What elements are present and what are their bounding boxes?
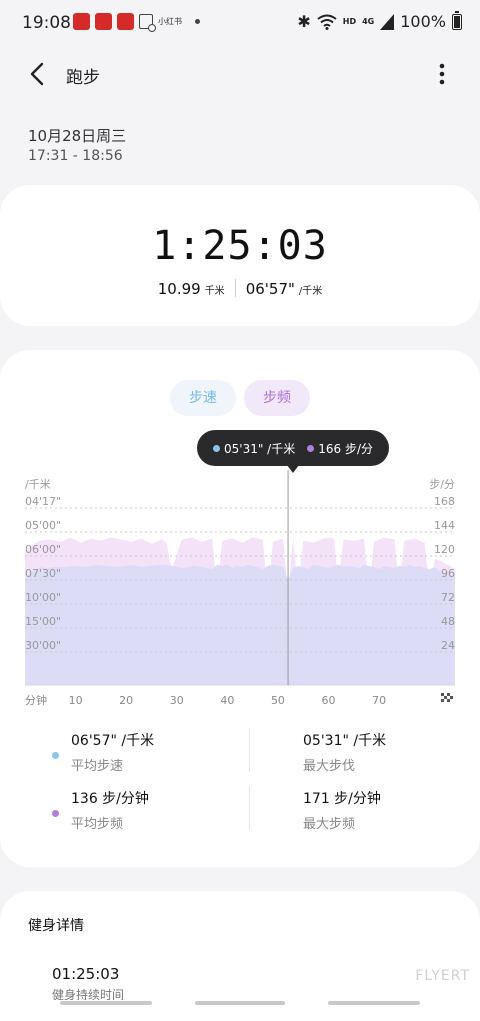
stat-divider	[249, 728, 250, 772]
pace-cadence-chart[interactable]: /千米 步/分 04'17" 168 05'00" 144 06'00" 120 07'30" 9…	[0, 470, 480, 715]
workout-duration: 1:25:03	[152, 223, 328, 269]
signal-icon	[380, 13, 395, 30]
status-right: ✱ HD 4G 100%	[297, 10, 462, 31]
detail-duration-label: 健身持续时间	[52, 988, 125, 1000]
distance-unit: 千米	[204, 286, 225, 297]
pace-area	[25, 564, 455, 685]
app-notification-icon	[117, 13, 134, 30]
finish-flag-icon	[441, 693, 453, 702]
left-axis-label: /千米	[25, 478, 51, 491]
stat-divider	[249, 786, 250, 830]
x-tick-label: 50	[271, 694, 285, 707]
right-tick-label: 168	[434, 495, 455, 508]
stat-avg-cadence: 136 步/分钟 平均步频	[71, 788, 149, 832]
nav-back-button[interactable]	[328, 1001, 420, 1005]
page-title: 跑步	[66, 68, 100, 88]
right-tick-label: 72	[441, 591, 455, 604]
stat-avg-pace: 06'57" /千米 平均步速	[71, 730, 154, 774]
right-tick-label: 48	[441, 615, 455, 628]
chart-tooltip: 05'31" /千米 166 步/分	[197, 430, 389, 466]
session-time-range: 17:31 - 18:56	[28, 148, 123, 164]
app-small-label: 小红书	[158, 17, 182, 26]
wifi-icon	[317, 14, 337, 30]
x-tick-label: 70	[372, 694, 386, 707]
left-tick-label: 10'00"	[25, 591, 61, 604]
session-date: 10月28日周三	[28, 127, 127, 145]
left-tick-label: 30'00"	[25, 639, 61, 652]
x-tick-label: 40	[220, 694, 234, 707]
nav-home-button[interactable]	[195, 1001, 285, 1005]
metric-divider	[234, 279, 236, 297]
battery-icon	[452, 10, 462, 30]
stat-avg-pace-dot	[52, 744, 59, 763]
right-axis-label: 步/分	[429, 478, 455, 491]
pace-dot-icon	[213, 444, 220, 452]
stat-max-cadence: 171 步/分钟 最大步频	[303, 788, 381, 832]
right-tick-label: 96	[441, 567, 455, 580]
stat-max-stride: 05'31" /千米 最大步伐	[303, 730, 386, 774]
status-time: 19:08	[22, 13, 71, 33]
tooltip-pace-value: 05'31" /千米	[224, 441, 296, 456]
stat-value: 171 步/分钟	[303, 791, 381, 807]
right-tick-label: 144	[434, 519, 455, 532]
x-tick-label: 60	[322, 694, 336, 707]
x-axis-label: 分钟	[25, 693, 47, 707]
stat-value: 136 步/分钟	[71, 791, 149, 807]
app-notification-icon	[95, 13, 112, 30]
right-tick-label: 120	[434, 543, 455, 556]
stat-value: 06'57" /千米	[71, 733, 155, 749]
watermark: FLYERT	[415, 968, 470, 984]
tab-cadence[interactable]: 步频	[244, 380, 310, 416]
left-tick-label: 06'00"	[25, 543, 61, 556]
status-bar: 19:08 小红书 ✱ HD 4G 100%	[0, 0, 480, 46]
stat-label: 平均步速	[71, 759, 124, 774]
stat-avg-cadence-dot	[52, 802, 59, 821]
left-tick-label: 05'00"	[25, 519, 61, 532]
stat-value: 05'31" /千米	[303, 733, 387, 749]
left-tick-label: 07'30"	[25, 567, 61, 580]
network-label: 4G	[362, 17, 375, 26]
hd-label: HD	[342, 17, 357, 26]
summary-metrics: 10.99 千米 06'57" /千米	[0, 276, 480, 298]
stat-label: 平均步频	[71, 817, 124, 832]
more-notifications-dot-icon	[195, 19, 200, 24]
left-tick-label: 04'17"	[25, 495, 61, 508]
nav-recents-button[interactable]	[60, 1001, 152, 1005]
x-tick-label: 20	[119, 694, 133, 707]
tooltip-cadence-value: 166 步/分	[318, 441, 373, 456]
pace-dot-icon	[52, 752, 59, 759]
tab-speed[interactable]: 步速	[170, 380, 236, 416]
cadence-dot-icon	[52, 810, 59, 817]
app-notification-icon	[73, 13, 90, 30]
x-tick-label: 10	[69, 694, 83, 707]
status-app-icons: 小红书	[73, 13, 200, 32]
left-tick-label: 15'00"	[25, 615, 61, 628]
tooltip-pace: 05'31" /千米	[213, 440, 295, 457]
more-options-icon[interactable]	[434, 62, 450, 86]
detail-duration-value: 01:25:03	[52, 965, 120, 983]
details-title: 健身详情	[28, 918, 84, 934]
x-tick-label: 30	[170, 694, 184, 707]
cadence-dot-icon	[307, 444, 315, 452]
battery-percent: 100%	[400, 12, 446, 31]
stat-label: 最大步频	[303, 817, 356, 832]
right-tick-label: 24	[441, 639, 455, 652]
stat-label: 最大步伐	[303, 759, 356, 774]
pace-unit: /千米	[298, 286, 323, 297]
back-arrow-icon[interactable]	[26, 60, 50, 88]
pace-value: 06'57"	[245, 280, 295, 298]
tooltip-cadence: 166 步/分	[307, 440, 373, 457]
distance-value: 10.99	[157, 280, 201, 298]
bluetooth-icon: ✱	[297, 12, 311, 31]
document-search-icon	[139, 14, 156, 32]
